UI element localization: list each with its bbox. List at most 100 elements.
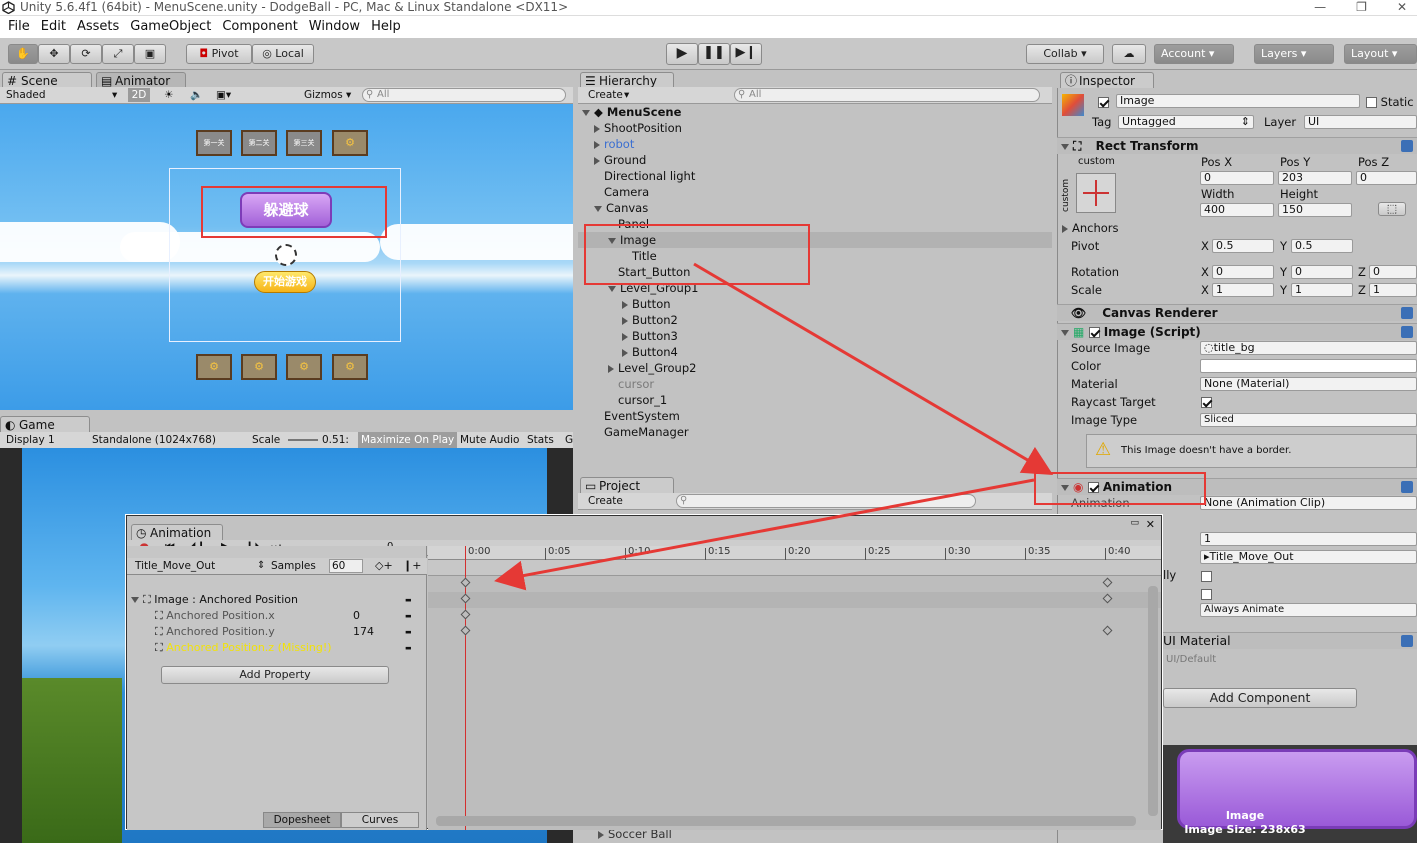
menu-assets[interactable]: Assets — [73, 16, 126, 38]
anchors-foldout[interactable]: Anchors — [1062, 220, 1119, 236]
hierarchy-item[interactable]: Button — [622, 296, 671, 312]
layer-dropdown[interactable]: UI — [1304, 115, 1417, 129]
expand-arrow-icon[interactable] — [622, 316, 628, 325]
add-component-button[interactable]: Add Component — [1163, 688, 1357, 708]
checkbox-icon[interactable] — [1088, 327, 1100, 338]
hierarchy-item[interactable]: Level_Group2 — [608, 360, 696, 376]
hierarchy-item[interactable]: cursor — [608, 376, 654, 392]
dopesheet-tab[interactable]: Dopesheet — [263, 812, 341, 828]
pivot-y-field[interactable]: 0.5 — [1291, 239, 1353, 253]
help-icon[interactable] — [1401, 140, 1413, 152]
collapse-arrow-icon[interactable] — [594, 205, 602, 212]
gameobject-name-field[interactable]: Image — [1116, 94, 1360, 108]
close-icon[interactable]: ✕ — [1397, 0, 1407, 14]
keyframe[interactable] — [1102, 577, 1113, 588]
checkbox-icon[interactable] — [1087, 482, 1099, 493]
samples-field[interactable]: 60 — [329, 559, 363, 573]
ui-material-header[interactable]: UI Material — [1163, 632, 1417, 649]
scene-viewport[interactable]: 第一关 第二关 第三关 ⚙ 躲避球 开始游戏 ⚙ ⚙ ⚙ ⚙ — [0, 104, 573, 410]
play-automatically-toggle[interactable] — [1201, 568, 1212, 584]
curves-tab[interactable]: Curves — [341, 812, 419, 828]
hierarchy-create-button[interactable]: Create — [588, 87, 623, 103]
rect-tool-button[interactable]: ▣ — [134, 44, 166, 64]
hierarchy-search-input[interactable]: ⚲ All — [734, 88, 1040, 102]
help-icon[interactable] — [1401, 307, 1413, 319]
pause-button[interactable]: ❚❚ — [698, 43, 730, 65]
step-button[interactable]: ▶❙ — [730, 43, 762, 65]
animation-property-row[interactable]: ⛶ Image : Anchored Position ▬ — [131, 592, 412, 608]
animation-property-row[interactable]: ⛶ Anchored Position.z (Missing!) ▬ — [155, 640, 425, 656]
help-icon[interactable] — [1401, 481, 1413, 493]
vertical-scrollbar[interactable] — [1148, 586, 1158, 816]
scale-tool-button[interactable]: ⤢ — [102, 44, 134, 64]
dopesheet-area[interactable]: 0:00 0:05 0:10 0:15 0:20 0:25 0:30 0:35 0:40 — [428, 546, 1161, 830]
animate-physics-toggle[interactable] — [1201, 586, 1212, 602]
expand-arrow-icon[interactable] — [594, 124, 600, 133]
expand-arrow-icon[interactable] — [622, 332, 628, 341]
image-script-header[interactable]: ▦ Image (Script) — [1057, 323, 1417, 340]
shading-dropdown[interactable]: Shaded — [6, 87, 46, 103]
posy-field[interactable]: 203 — [1278, 171, 1352, 185]
hierarchy-item[interactable]: Button3 — [622, 328, 678, 344]
hierarchy-item[interactable]: Canvas — [594, 200, 648, 216]
rotation-z-field[interactable]: 0 — [1369, 265, 1417, 279]
animation-component-header[interactable]: ◉ Animation — [1057, 478, 1417, 495]
posx-field[interactable]: 0 — [1200, 171, 1274, 185]
property-options-icon[interactable]: ▬ — [405, 624, 412, 640]
minimize-icon[interactable]: — — [1314, 0, 1326, 14]
project-create-button[interactable]: Create — [588, 493, 623, 509]
scene-search-input[interactable]: ⚲ All — [362, 88, 566, 102]
collapse-arrow-icon[interactable] — [608, 285, 616, 292]
posz-field[interactable]: 0 — [1356, 171, 1417, 185]
menu-edit[interactable]: Edit — [37, 16, 73, 38]
hierarchy-item[interactable]: Button2 — [622, 312, 678, 328]
timeline-ruler[interactable]: 0:00 0:05 0:10 0:15 0:20 0:25 0:30 0:35 0:40 — [428, 546, 1161, 560]
animations-element-field[interactable]: ▸Title_Move_Out — [1200, 550, 1417, 564]
animations-size-field[interactable]: 1 — [1200, 532, 1417, 546]
expand-arrow-icon[interactable] — [594, 156, 600, 165]
hierarchy-item[interactable]: ShootPosition — [594, 120, 682, 136]
culling-type-dropdown[interactable]: Always Animate — [1200, 603, 1417, 617]
add-property-button[interactable]: Add Property — [161, 666, 389, 684]
animation-property-row[interactable]: ⛶ Anchored Position.y 174 ▬ — [155, 624, 425, 640]
expand-arrow-icon[interactable] — [622, 348, 628, 357]
project-search-input[interactable]: ⚲ — [676, 494, 976, 508]
game-gizmos-toggle[interactable]: G — [565, 432, 573, 448]
rect-transform-header[interactable]: ⛶ Rect Transform — [1057, 137, 1417, 154]
raw-edit-button[interactable]: ⬚ — [1378, 202, 1406, 216]
active-toggle[interactable] — [1098, 94, 1109, 110]
rotation-x-field[interactable]: 0 — [1212, 265, 1274, 279]
collapse-arrow-icon[interactable] — [131, 597, 139, 603]
property-options-icon[interactable]: ▬ — [405, 608, 412, 624]
hierarchy-item[interactable]: Start_Button — [608, 264, 690, 280]
layout-dropdown[interactable]: Layout ▾ — [1344, 44, 1417, 64]
pivot-toggle[interactable]: ◘ Pivot — [186, 44, 252, 64]
scale-x-field[interactable]: 1 — [1212, 283, 1274, 297]
hand-tool-button[interactable]: ✋ — [8, 44, 38, 64]
maximize-icon[interactable]: ▭ — [1130, 518, 1139, 528]
resolution-dropdown[interactable]: Standalone (1024x768) — [92, 432, 216, 448]
display-dropdown[interactable]: Display 1 — [6, 432, 55, 448]
property-options-icon[interactable]: ▬ — [405, 640, 412, 656]
cloud-button[interactable]: ☁ — [1112, 44, 1146, 64]
maximize-icon[interactable]: ❐ — [1356, 0, 1367, 14]
expand-arrow-icon[interactable] — [594, 140, 600, 149]
timeline-cursor[interactable] — [465, 546, 466, 830]
hierarchy-item[interactable]: Directional light — [594, 168, 695, 184]
hierarchy-item[interactable]: Level_Group1 — [608, 280, 698, 296]
add-event-icon[interactable]: ❙+ — [403, 559, 421, 572]
expand-arrow-icon[interactable] — [608, 364, 614, 373]
lighting-icon[interactable]: ☀ — [164, 87, 173, 103]
anchor-preset-button[interactable] — [1076, 173, 1116, 213]
collab-dropdown[interactable]: Collab ▾ — [1026, 44, 1104, 64]
effects-icon[interactable]: ▣▾ — [216, 87, 231, 103]
stats-toggle[interactable]: Stats — [527, 432, 554, 448]
image-type-dropdown[interactable]: Sliced — [1200, 413, 1417, 427]
hierarchy-item[interactable]: Ground — [594, 152, 646, 168]
property-value[interactable]: 0 — [353, 608, 360, 624]
hierarchy-item[interactable]: cursor_1 — [608, 392, 667, 408]
account-dropdown[interactable]: Account ▾ — [1154, 44, 1234, 64]
tag-dropdown[interactable]: Untagged ⇕ — [1118, 115, 1254, 129]
hierarchy-item[interactable]: Button4 — [622, 344, 678, 360]
menu-file[interactable]: File — [4, 16, 37, 38]
